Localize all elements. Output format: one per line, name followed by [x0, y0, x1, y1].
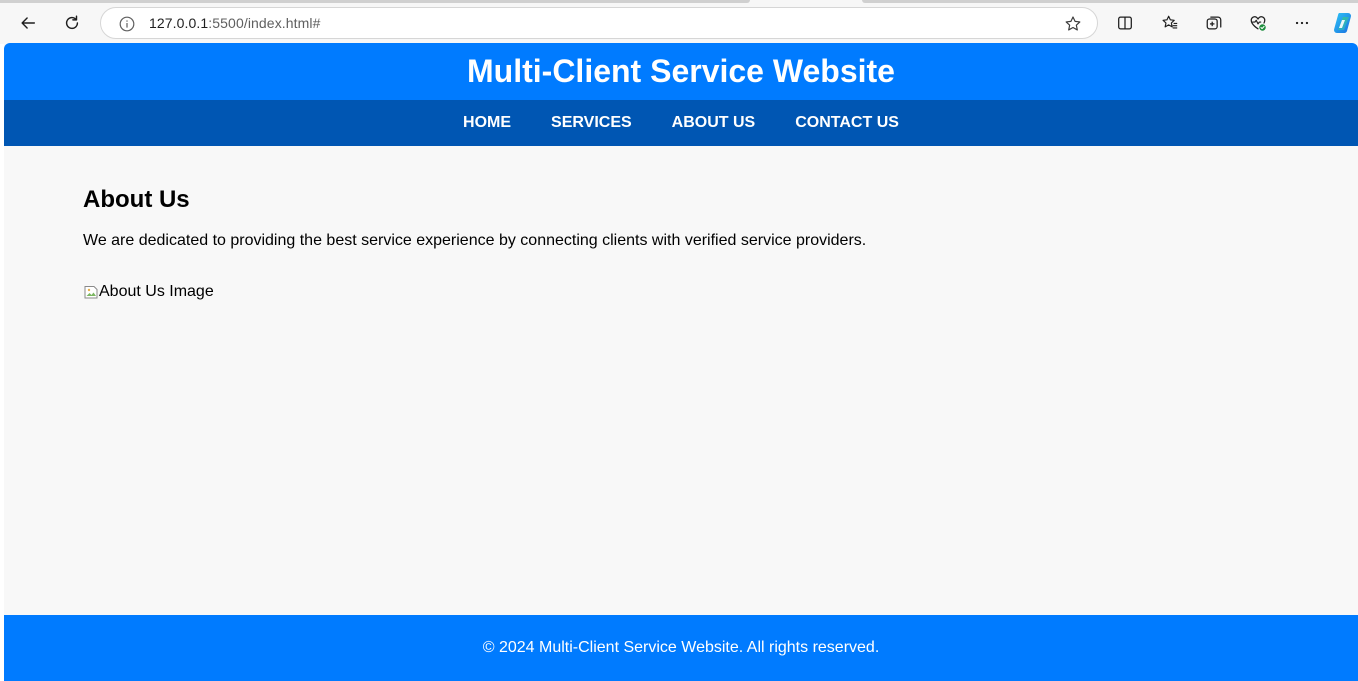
about-section: About Us We are dedicated to providing t… [83, 183, 1283, 301]
address-bar[interactable]: 127.0.0.1:5500/index.html# [100, 7, 1098, 39]
more-icon [1295, 21, 1309, 25]
nav-link-services[interactable]: SERVICES [551, 114, 632, 132]
footer-copyright: © 2024 Multi-Client Service Website. All… [482, 639, 880, 656]
back-arrow-icon [21, 17, 36, 29]
tab-strip-edge [862, 0, 1358, 3]
reload-icon [65, 15, 79, 30]
split-screen-button[interactable] [1110, 8, 1140, 38]
about-image-alt-text: About Us Image [99, 283, 214, 300]
nav-link-home[interactable]: HOME [463, 114, 511, 132]
browser-essentials-button[interactable] [1243, 8, 1273, 38]
split-screen-icon [1118, 16, 1132, 30]
more-button[interactable] [1287, 8, 1317, 38]
main-nav: HOME SERVICES ABOUT US CONTACT US [4, 100, 1358, 146]
tab-strip-edge [0, 0, 750, 3]
broken-image-icon [84, 286, 98, 299]
page-viewport: Multi-Client Service Website HOME SERVIC… [4, 43, 1358, 681]
site-title: Multi-Client Service Website [467, 53, 895, 89]
site-header: Multi-Client Service Website [4, 43, 1358, 100]
site-info-icon[interactable] [118, 15, 135, 32]
reload-button[interactable] [57, 8, 87, 38]
about-image: About Us Image [83, 283, 1283, 301]
heart-pulse-icon [1250, 16, 1266, 31]
url-path: :5500/index.html# [208, 15, 321, 31]
about-text: We are dedicated to providing the best s… [83, 232, 867, 249]
star-icon[interactable] [1063, 14, 1083, 34]
browser-toolbar: 127.0.0.1:5500/index.html# [0, 0, 1358, 44]
nav-link-about-us[interactable]: ABOUT US [672, 114, 756, 132]
about-heading: About Us [83, 186, 190, 213]
site-footer: © 2024 Multi-Client Service Website. All… [4, 615, 1358, 681]
nav-link-contact-us[interactable]: CONTACT US [795, 114, 899, 132]
favorites-button[interactable] [1155, 8, 1185, 38]
favorites-icon [1162, 15, 1178, 29]
copilot-icon[interactable] [1331, 11, 1355, 35]
url-host: 127.0.0.1 [149, 15, 209, 31]
url-text[interactable]: 127.0.0.1:5500/index.html# [149, 15, 321, 31]
collections-button[interactable] [1199, 8, 1229, 38]
collections-icon [1206, 16, 1222, 30]
back-button[interactable] [13, 8, 43, 38]
